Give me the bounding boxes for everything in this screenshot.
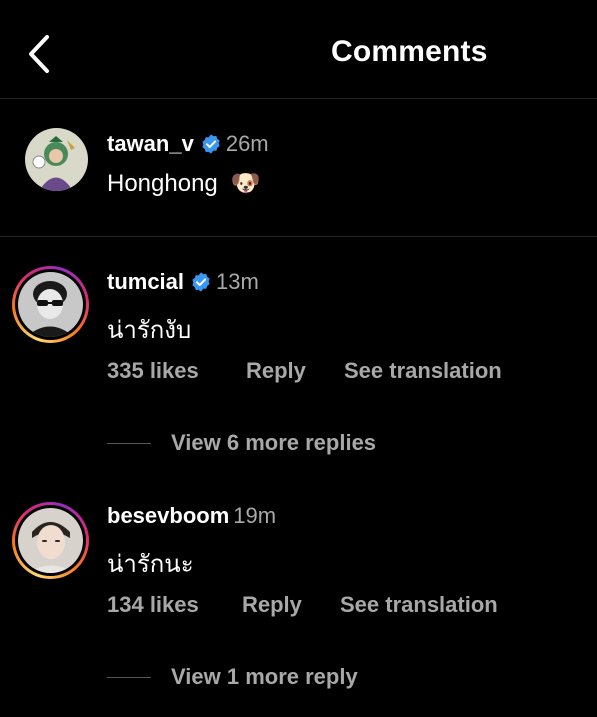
back-button[interactable] <box>22 32 58 76</box>
comment-timestamp: 13m <box>216 269 259 294</box>
divider-line <box>107 442 151 444</box>
caption-text-line: Honghong 🐶 <box>107 169 260 198</box>
likes-count[interactable]: 335 likes <box>107 358 199 384</box>
caption-username[interactable]: tawan_v <box>107 131 194 157</box>
reply-button[interactable]: Reply <box>242 592 302 618</box>
see-translation-button[interactable]: See translation <box>344 358 502 384</box>
view-more-replies-label: View 1 more reply <box>171 664 358 689</box>
post-caption: tawan_v 26m Honghong 🐶 <box>0 99 597 237</box>
avatar[interactable] <box>12 502 89 579</box>
page-title: Comments <box>331 35 488 68</box>
dog-face-emoji: 🐶 <box>230 170 261 197</box>
likes-count[interactable]: 134 likes <box>107 592 199 618</box>
comment-timestamp: 19m <box>233 503 277 528</box>
caption-text: Honghong <box>107 170 218 197</box>
comment-text: น่ารักงับ <box>107 317 192 344</box>
caption-timestamp: 26m <box>225 131 269 156</box>
view-more-replies-button[interactable]: View 1 more reply <box>107 664 358 690</box>
verified-badge-icon <box>202 134 220 154</box>
view-more-replies-button[interactable]: View 6 more replies <box>107 430 376 456</box>
comment-username[interactable]: besevboom <box>107 503 229 529</box>
reply-button[interactable]: Reply <box>246 358 306 384</box>
chevron-left-icon <box>29 35 49 73</box>
divider-line <box>107 676 151 678</box>
verified-badge-icon <box>192 272 210 292</box>
avatar[interactable] <box>25 128 88 191</box>
view-more-replies-label: View 6 more replies <box>171 430 377 455</box>
avatar[interactable] <box>12 266 89 343</box>
see-translation-button[interactable]: See translation <box>340 592 498 618</box>
header-bar: Comments <box>0 0 597 99</box>
comment-username[interactable]: tumcial <box>107 269 184 295</box>
comment-text: น่ารักนะ <box>107 551 194 578</box>
